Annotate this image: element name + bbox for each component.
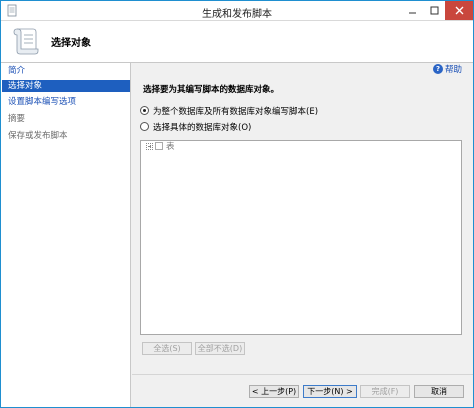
maximize-icon [430, 6, 438, 15]
radio-script-entire-database[interactable]: 为整个数据库及所有数据库对象编写脚本(E) [140, 105, 319, 117]
tree-node-tables[interactable]: 表 [146, 141, 175, 152]
radio-label: 选择具体的数据库对象(O) [153, 122, 252, 133]
radio-label: 为整个数据库及所有数据库对象编写脚本(E) [153, 106, 319, 117]
deselect-all-button[interactable]: 全部不选(D) [195, 342, 245, 355]
wizard-steps-sidebar: 简介 选择对象 设置脚本编写选项 摘要 保存或发布脚本 [1, 63, 131, 407]
wizard-window: 生成和发布脚本 选择对象 简介 选择对象 设置脚本编写选项 摘要 保存或发布脚本… [0, 0, 474, 408]
script-scroll-icon [13, 28, 39, 55]
help-icon: ? [433, 64, 443, 74]
instruction-text: 选择要为其编写脚本的数据库对象。 [143, 85, 280, 95]
object-tree[interactable]: 表 [140, 140, 462, 335]
sidebar-item-save-or-publish: 保存或发布脚本 [8, 131, 68, 141]
next-button[interactable]: 下一步(N) > [303, 385, 357, 398]
help-label: 帮助 [445, 65, 463, 75]
page-title: 选择对象 [51, 38, 91, 49]
expand-icon[interactable] [146, 142, 153, 150]
radio-button[interactable] [140, 122, 149, 131]
minimize-button[interactable] [401, 1, 423, 20]
select-all-button[interactable]: 全选(S) [142, 342, 192, 355]
close-button[interactable] [445, 1, 473, 20]
finish-button[interactable]: 完成(F) [360, 385, 410, 398]
help-link[interactable]: ? 帮助 [433, 63, 462, 75]
title-bar: 生成和发布脚本 [1, 1, 473, 21]
maximize-button[interactable] [423, 1, 445, 20]
sidebar-item-choose-objects[interactable]: 选择对象 [2, 80, 130, 92]
cancel-button[interactable]: 取消 [414, 385, 464, 398]
radio-select-specific-objects[interactable]: 选择具体的数据库对象(O) [140, 121, 252, 133]
sidebar-item-summary: 摘要 [8, 114, 26, 124]
sidebar-item-scripting-options[interactable]: 设置脚本编写选项 [2, 96, 130, 108]
radio-button[interactable] [140, 106, 149, 115]
previous-button[interactable]: < 上一步(P) [249, 385, 299, 398]
close-icon [455, 6, 463, 15]
tree-checkbox[interactable] [155, 142, 163, 150]
footer-divider [132, 374, 473, 375]
tree-node-label: 表 [166, 142, 175, 152]
sidebar-item-intro[interactable]: 简介 [2, 65, 130, 77]
page-header: 选择对象 [1, 21, 473, 63]
minimize-icon [408, 12, 416, 14]
